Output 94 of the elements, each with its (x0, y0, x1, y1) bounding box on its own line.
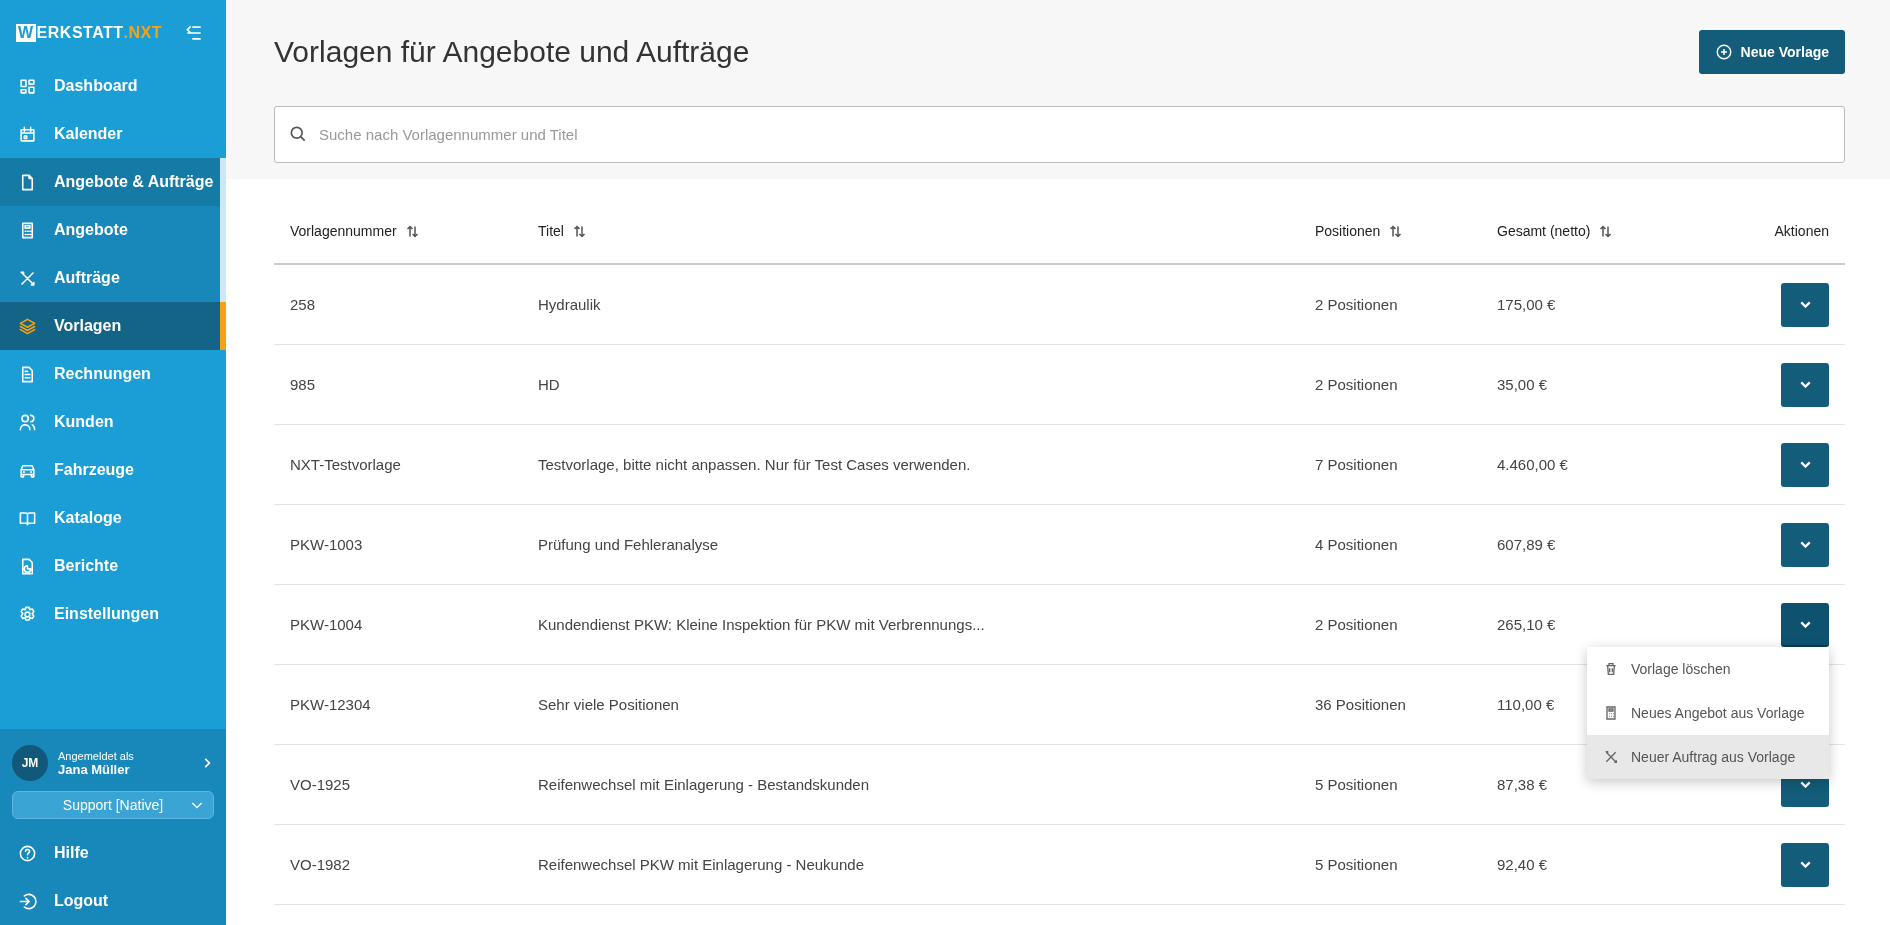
actions-dropdown-button[interactable] (1781, 522, 1829, 567)
menu-icon (1603, 704, 1619, 721)
column-header[interactable]: Vorlagennummer (290, 223, 420, 239)
column-header[interactable]: Titel (538, 223, 587, 239)
table-cell: PKW-12304 (290, 696, 371, 713)
table-cell: Prüfung und Fehleranalyse (538, 536, 719, 553)
search-field[interactable]: Suche nach Vorlagennummer und Titel (274, 106, 1845, 163)
table-cell: Testvorlage, bitte nicht anpassen. Nur für Test Cases verwenden. (538, 456, 971, 473)
nav-icon (18, 412, 37, 432)
table-cell: 7 Positionen (1315, 456, 1398, 473)
nav-icon (18, 891, 37, 911)
nav-item[interactable]: Fahrzeuge (0, 446, 226, 494)
plus-circle-icon (1714, 43, 1733, 61)
table-cell: Kundendienst PKW: Kleine Inspektion für PKW mit Verbrennungs... (538, 616, 985, 633)
nav-icon (18, 268, 37, 288)
collapse-menu-icon[interactable] (184, 23, 204, 43)
nav-icon (18, 604, 37, 624)
nav-item[interactable]: Angebote & Aufträge (0, 158, 226, 206)
menu-item[interactable]: Neues Angebot aus Vorlage (1587, 690, 1829, 735)
new-template-button[interactable]: Neue Vorlage (1698, 30, 1845, 74)
nav-icon (18, 316, 37, 336)
page-title: Vorlagen für Angebote und Aufträge (274, 35, 750, 69)
table-cell: 2 Positionen (1315, 296, 1398, 313)
nav-item[interactable]: Kalender (0, 110, 226, 158)
sort-icon[interactable] (404, 223, 420, 239)
nav-item[interactable]: Kunden (0, 398, 226, 446)
table-cell: NXT-Testvorlage (290, 456, 401, 473)
menu-item[interactable]: Neuer Auftrag aus Vorlage (1587, 734, 1829, 779)
table-cell: 607,89 € (1497, 536, 1556, 553)
table-cell: Reifenwechsel PKW mit Einlagerung - Neukunde (538, 856, 864, 873)
chevron-down-icon (1799, 301, 1811, 308)
actions-dropdown-button[interactable] (1781, 842, 1829, 887)
nav-item[interactable]: Kataloge (0, 494, 226, 542)
sort-icon[interactable] (571, 223, 587, 239)
nav-icon (18, 76, 37, 96)
nav-item[interactable]: Berichte (0, 542, 226, 590)
actions-dropdown-button[interactable] (1781, 442, 1829, 487)
table-cell: 4.460,00 € (1497, 456, 1568, 473)
actions-dropdown-button[interactable] (1781, 602, 1829, 647)
chevron-down-icon (1799, 781, 1811, 788)
user-account[interactable]: JM Angemeldet als Jana Müller (0, 739, 226, 787)
table-cell: 985 (290, 376, 316, 393)
nav-icon (18, 843, 37, 863)
table-cell: VO-1982 (290, 856, 351, 873)
chevron-down-icon (1799, 541, 1811, 548)
menu-item[interactable]: Vorlage löschen (1587, 646, 1829, 691)
nav-item[interactable]: Aufträge (0, 254, 226, 302)
table-cell: HD (538, 376, 560, 393)
table-cell: PKW-1004 (290, 616, 363, 633)
chevron-down-icon (1799, 461, 1811, 468)
table-cell: 2 Positionen (1315, 376, 1398, 393)
table-cell: 265,10 € (1497, 616, 1556, 633)
chevron-down-icon (1799, 621, 1811, 628)
nav-item[interactable]: Rechnungen (0, 350, 226, 398)
nav-icon (18, 124, 37, 144)
nav-item[interactable]: Einstellungen (0, 590, 226, 638)
table-cell: 110,00 € (1497, 696, 1555, 713)
actions-dropdown-button[interactable] (1781, 282, 1829, 327)
table-cell: Sehr viele Positionen (538, 696, 679, 713)
nav-item[interactable]: Logout (0, 877, 226, 925)
table-cell: 175,00 € (1497, 296, 1556, 313)
nav-item[interactable]: Vorlagen (0, 302, 226, 350)
user-name: Jana Müller (58, 761, 131, 777)
logo: W ERKSTATT.NXT (16, 24, 162, 42)
table-cell: PKW-1003 (290, 536, 363, 553)
table-cell: 87,38 € (1497, 776, 1548, 793)
chevron-down-icon (1799, 381, 1811, 388)
table-cell: 2 Positionen (1315, 616, 1398, 633)
table-cell: 36 Positionen (1315, 696, 1406, 713)
sort-icon[interactable] (1598, 223, 1614, 239)
nav-item[interactable]: Dashboard (0, 62, 226, 110)
nav-item[interactable]: Hilfe (0, 829, 226, 877)
table-cell: 35,00 € (1497, 376, 1548, 393)
table-cell: 4 Positionen (1315, 536, 1398, 553)
table-cell: 5 Positionen (1315, 856, 1398, 873)
table-cell: 258 (290, 296, 316, 313)
role-select[interactable]: Support [Native] (12, 791, 214, 819)
menu-icon (1603, 748, 1619, 765)
menu-icon (1603, 660, 1619, 677)
column-header[interactable]: Positionen (1315, 223, 1404, 239)
sort-icon[interactable] (1388, 223, 1404, 239)
chevron-down-icon (1799, 861, 1811, 868)
user-caption: Angemeldet als (58, 749, 135, 762)
table-cell: Reifenwechsel mit Einlagerung - Bestandskunden (538, 776, 870, 793)
user-avatar: JM (12, 745, 48, 781)
actions-dropdown-button[interactable] (1781, 362, 1829, 407)
column-header[interactable]: Gesamt (netto) (1497, 223, 1614, 239)
search-icon (288, 124, 308, 144)
table-cell: VO-1925 (290, 776, 351, 793)
nav-item[interactable]: Angebote (0, 206, 226, 254)
table-cell: 5 Positionen (1315, 776, 1398, 793)
table-cell: Hydraulik (538, 296, 601, 313)
column-header: Aktionen (1774, 223, 1829, 239)
table-cell: 92,40 € (1497, 856, 1548, 873)
